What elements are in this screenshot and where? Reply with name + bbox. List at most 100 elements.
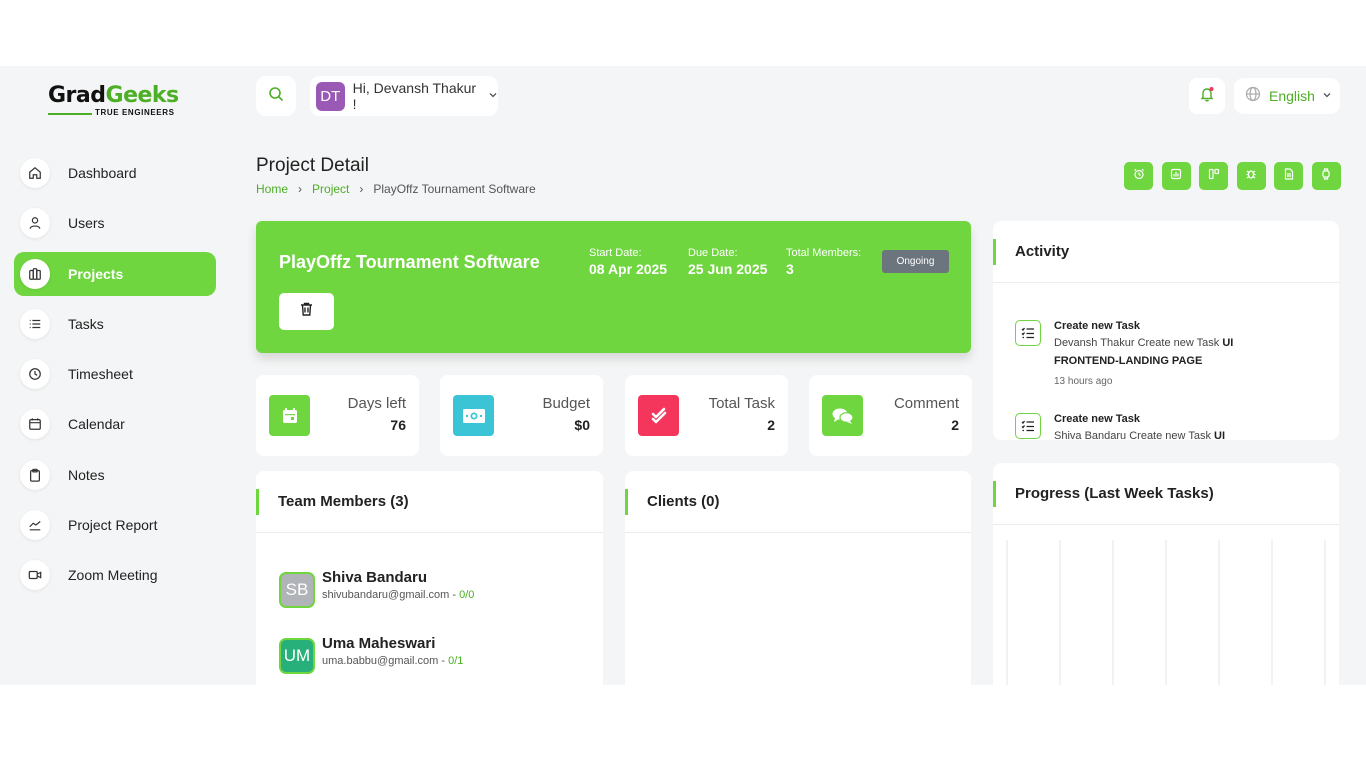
brand-logo[interactable]: GradGeeks TRUE ENGINEERS: [48, 82, 188, 122]
calendar-icon: [269, 395, 310, 436]
team-members-panel: Team Members (3) SB Shiva Bandaru shivub…: [256, 471, 603, 685]
due-date-label: Due Date:: [688, 247, 738, 259]
task-list-icon: [1015, 413, 1041, 439]
total-members-label: Total Members:: [786, 247, 862, 259]
money-icon: [453, 395, 494, 436]
project-toolbar: [1124, 162, 1350, 190]
sidebar-item-users[interactable]: Users: [14, 201, 216, 245]
member-info: Uma Maheswari uma.babbu@gmail.com - 0/1: [322, 635, 463, 667]
sidebar-item-zoom-meeting[interactable]: Zoom Meeting: [14, 553, 216, 597]
bell-icon: [1199, 86, 1215, 107]
stat-value: 76: [390, 417, 406, 433]
sidebar-item-calendar[interactable]: Calendar: [14, 402, 216, 446]
start-date-value: 08 Apr 2025: [589, 261, 668, 277]
alarm-button[interactable]: [1124, 162, 1153, 190]
clock-icon: [20, 359, 50, 390]
check-icon: [638, 395, 679, 436]
activity-description: Devansh Thakur Create new Task UI FRONTE…: [1054, 334, 1294, 370]
projects-icon: [20, 258, 50, 289]
member-separator: -: [438, 655, 449, 667]
chevron-right-icon: ›: [359, 182, 364, 196]
calendar-icon: [20, 409, 50, 440]
total-members: Total Members: 3: [786, 247, 861, 277]
list-item[interactable]: SB Shiva Bandaru shivubandaru@gmail.com …: [279, 569, 474, 608]
start-date-label: Start Date:: [589, 247, 642, 259]
stat-days-left: Days left 76: [256, 375, 419, 456]
sidebar-item-projects[interactable]: Projects: [14, 251, 216, 296]
avatar: UM: [279, 638, 315, 674]
list-icon: [20, 308, 50, 339]
progress-chart: [1006, 540, 1326, 685]
sidebar-item-label: Users: [68, 215, 105, 232]
sidebar-item-notes[interactable]: Notes: [14, 453, 216, 497]
stat-label: Comment: [893, 395, 959, 412]
bar-chart-icon: [1170, 167, 1182, 185]
due-date-value: 25 Jun 2025: [688, 261, 768, 277]
file-button[interactable]: [1274, 162, 1304, 190]
analytics-button[interactable]: [1161, 162, 1191, 190]
member-name: Shiva Bandaru: [322, 569, 428, 586]
status-badge: Ongoing: [882, 250, 949, 273]
sidebar-item-label: Projects: [68, 265, 124, 282]
chevron-down-icon: [1322, 87, 1332, 105]
watch-button[interactable]: [1311, 162, 1341, 190]
sidebar-nav: Dashboard Users Projects Tasks Timesheet…: [14, 151, 216, 604]
sidebar-item-timesheet[interactable]: Timesheet: [14, 352, 216, 396]
home-icon: [20, 158, 50, 188]
board-button[interactable]: [1199, 162, 1229, 190]
language-selector[interactable]: English: [1234, 78, 1340, 114]
sidebar-item-dashboard[interactable]: Dashboard: [14, 151, 216, 195]
panel-title: Team Members (3): [278, 493, 409, 510]
activity-header: Activity: [993, 221, 1339, 283]
panel-title: Clients (0): [647, 493, 720, 510]
chevron-down-icon: [488, 87, 498, 105]
user-menu[interactable]: DT Hi, Devansh Thakur !: [310, 76, 498, 116]
stat-value: 2: [767, 417, 775, 433]
notifications-button[interactable]: [1189, 78, 1225, 114]
search-icon: [268, 86, 284, 107]
language-label: English: [1269, 88, 1315, 104]
file-icon: [1283, 167, 1295, 185]
user-greeting: Hi, Devansh Thakur !: [352, 80, 477, 112]
sidebar-item-label: Tasks: [68, 315, 104, 332]
start-date: Start Date: 08 Apr 2025: [589, 247, 667, 277]
alarm-icon: [1133, 167, 1145, 185]
bug-button[interactable]: [1236, 162, 1266, 190]
member-email: shivubandaru@gmail.com: [322, 589, 450, 601]
chart-line-icon: [20, 510, 50, 541]
avatar: SB: [279, 572, 315, 608]
stat-total-task: Total Task 2: [625, 375, 788, 456]
activity-content: Create new Task Shiva Bandaru Create new…: [1054, 413, 1294, 440]
globe-icon: [1245, 86, 1261, 107]
delete-project-button[interactable]: [279, 293, 334, 330]
sidebar-item-project-report[interactable]: Project Report: [14, 503, 216, 547]
activity-panel: Activity Create new Task Devansh Thakur …: [993, 221, 1339, 440]
logo-tagline: TRUE ENGINEERS: [95, 108, 175, 117]
sidebar-item-label: Notes: [68, 466, 105, 483]
panel-title: Progress (Last Week Tasks): [1015, 485, 1214, 502]
list-item[interactable]: UM Uma Maheswari uma.babbu@gmail.com - 0…: [279, 635, 463, 674]
activity-description: Shiva Bandaru Create new Task UI: [1054, 427, 1294, 440]
team-members-header: Team Members (3): [256, 471, 603, 533]
activity-title: Create new Task: [1054, 320, 1141, 332]
sidebar-item-label: Project Report: [68, 517, 158, 534]
sidebar-item-label: Dashboard: [68, 165, 137, 181]
total-members-value: 3: [786, 261, 794, 277]
sidebar-item-label: Zoom Meeting: [68, 567, 158, 584]
progress-header: Progress (Last Week Tasks): [993, 463, 1339, 525]
clients-panel: Clients (0): [625, 471, 971, 685]
activity-desc-text: Devansh Thakur Create new Task: [1054, 337, 1223, 349]
member-info: Shiva Bandaru shivubandaru@gmail.com - 0…: [322, 569, 474, 601]
breadcrumb-home[interactable]: Home: [256, 182, 288, 196]
member-separator: -: [449, 589, 460, 601]
breadcrumb-project[interactable]: Project: [312, 182, 349, 196]
sidebar-item-label: Calendar: [68, 416, 125, 433]
stat-budget: Budget $0: [440, 375, 603, 456]
stat-label: Total Task: [708, 395, 775, 412]
sidebar-item-tasks[interactable]: Tasks: [14, 302, 216, 346]
due-date: Due Date: 25 Jun 2025: [688, 247, 767, 277]
stat-value: $0: [574, 417, 590, 433]
search-button[interactable]: [256, 76, 296, 116]
app-root: GradGeeks TRUE ENGINEERS Dashboard Users…: [0, 66, 1366, 685]
logo-underline: [48, 113, 92, 115]
